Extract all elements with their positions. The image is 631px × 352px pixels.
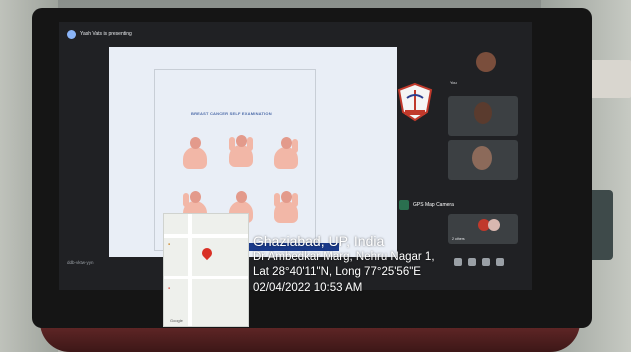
info-icon[interactable] (454, 258, 462, 266)
location-city: Ghaziabad, UP, India (253, 233, 385, 249)
location-datetime: 02/04/2022 10:53 AM (253, 281, 363, 294)
gps-overlay: Ghaziabad, UP, India Dr Ambedkar Marg, N… (253, 233, 435, 296)
self-label: You (450, 80, 457, 85)
slide-title: BREAST CANCER SELF EXAMINATION (191, 111, 272, 116)
presenter-text: Yash Vats is presenting (80, 31, 132, 37)
presenter-banner: Yash Vats is presenting (67, 27, 132, 41)
gps-app-name: GPS Map Camera (413, 202, 454, 208)
avatar (476, 52, 496, 72)
map-pin-icon (199, 245, 215, 261)
self-tile[interactable]: You (444, 42, 528, 90)
participant-video (474, 102, 492, 124)
shared-slide: BREAST CANCER SELF EXAMINATION (109, 47, 433, 257)
meeting-code: ddb-vktw-yyn (67, 260, 94, 265)
avatar (488, 219, 500, 231)
college-emblem-icon (397, 82, 433, 122)
map-poi-dot: ● (168, 242, 171, 246)
map-poi-dot: ● (168, 286, 171, 290)
self-exam-figure (272, 189, 300, 225)
map-road (164, 276, 248, 279)
people-icon[interactable] (468, 258, 476, 266)
participant-video (472, 146, 492, 170)
map-brand: Google (170, 318, 183, 323)
participant-tile[interactable] (448, 140, 518, 180)
participant-tile[interactable] (448, 96, 518, 136)
gps-camera-icon (399, 200, 409, 210)
others-tile[interactable]: 2 others (448, 214, 518, 244)
activities-icon[interactable] (496, 258, 504, 266)
gps-app-badge: GPS Map Camera (399, 197, 499, 213)
self-exam-figure (227, 133, 255, 169)
chat-icon[interactable] (482, 258, 490, 266)
present-icon (67, 29, 76, 39)
meeting-toolbar (454, 258, 504, 266)
others-label: 2 others (452, 237, 465, 241)
self-exam-figure (272, 135, 300, 171)
location-address: Dr Ambedkar Marg, Nehru Nagar 1, (253, 250, 435, 263)
location-coords: Lat 28°40'11"N, Long 77°25'56"E (253, 266, 421, 278)
map-road (164, 234, 248, 238)
map-road (188, 214, 192, 326)
self-exam-figure (181, 135, 209, 171)
location-map: ● ● Google (163, 213, 249, 327)
